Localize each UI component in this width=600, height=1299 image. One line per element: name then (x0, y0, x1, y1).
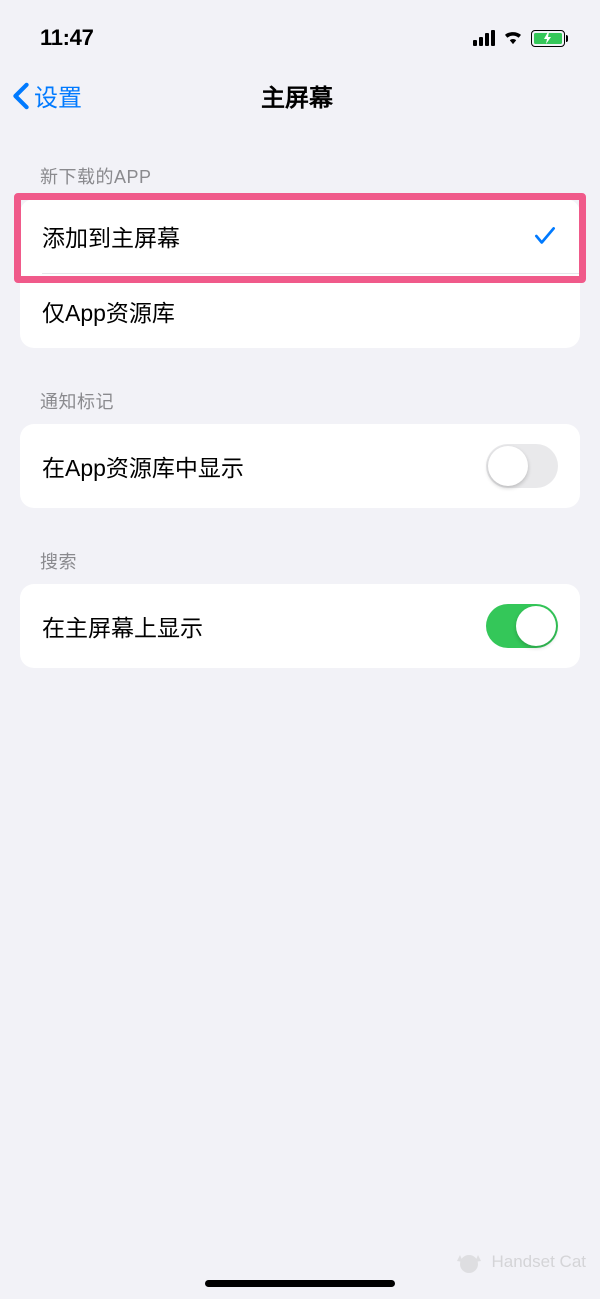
checkmark-icon (532, 223, 558, 249)
row-label: 在主屏幕上显示 (42, 609, 203, 643)
option-label: 添加到主屏幕 (42, 219, 180, 253)
back-button[interactable]: 设置 (12, 78, 82, 113)
show-on-home-row: 在主屏幕上显示 (20, 584, 580, 668)
status-time: 11:47 (40, 25, 94, 51)
home-search-switch[interactable] (486, 604, 558, 648)
app-library-badge-switch[interactable] (486, 444, 558, 488)
back-label: 设置 (34, 78, 82, 113)
badges-group: 在App资源库中显示 (20, 424, 580, 508)
section-header-badges: 通知标记 (20, 348, 580, 424)
show-in-app-library-row: 在App资源库中显示 (20, 424, 580, 508)
home-indicator[interactable] (205, 1280, 395, 1287)
page-title: 主屏幕 (261, 78, 333, 113)
cellular-signal-icon (473, 30, 495, 46)
battery-icon (531, 30, 568, 47)
option-app-library-only[interactable]: 仅App资源库 (20, 274, 580, 348)
option-label: 仅App资源库 (42, 294, 175, 328)
wifi-icon (502, 28, 524, 49)
search-group: 在主屏幕上显示 (20, 584, 580, 668)
watermark-text: Handset Cat (492, 1252, 587, 1272)
new-apps-group: 添加到主屏幕 仅App资源库 (20, 199, 580, 348)
status-bar: 11:47 (0, 0, 600, 58)
option-add-to-home[interactable]: 添加到主屏幕 (20, 199, 580, 273)
section-header-new-apps: 新下载的APP (20, 127, 580, 199)
watermark: Handset Cat (454, 1247, 587, 1277)
status-icons (473, 28, 568, 49)
section-header-search: 搜索 (20, 508, 580, 584)
row-label: 在App资源库中显示 (42, 449, 244, 483)
chevron-left-icon (12, 82, 30, 110)
navigation-bar: 设置 主屏幕 (0, 58, 600, 127)
watermark-logo-icon (454, 1247, 484, 1277)
